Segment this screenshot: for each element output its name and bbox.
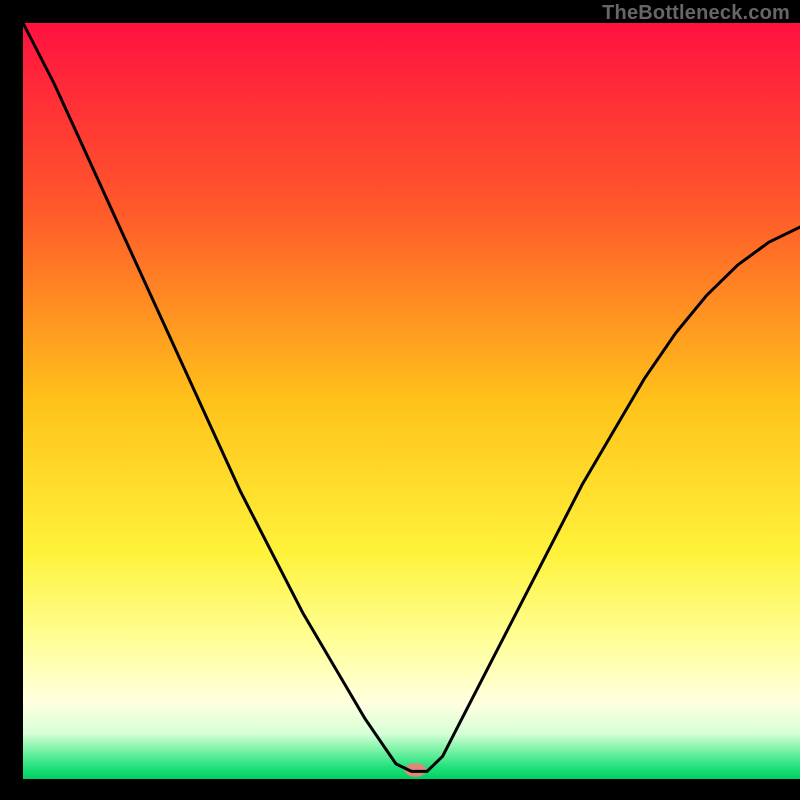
bottleneck-chart (0, 0, 800, 800)
chart-gradient-bg (23, 23, 800, 779)
chart-frame: TheBottleneck.com (0, 0, 800, 800)
watermark-text: TheBottleneck.com (602, 2, 790, 25)
